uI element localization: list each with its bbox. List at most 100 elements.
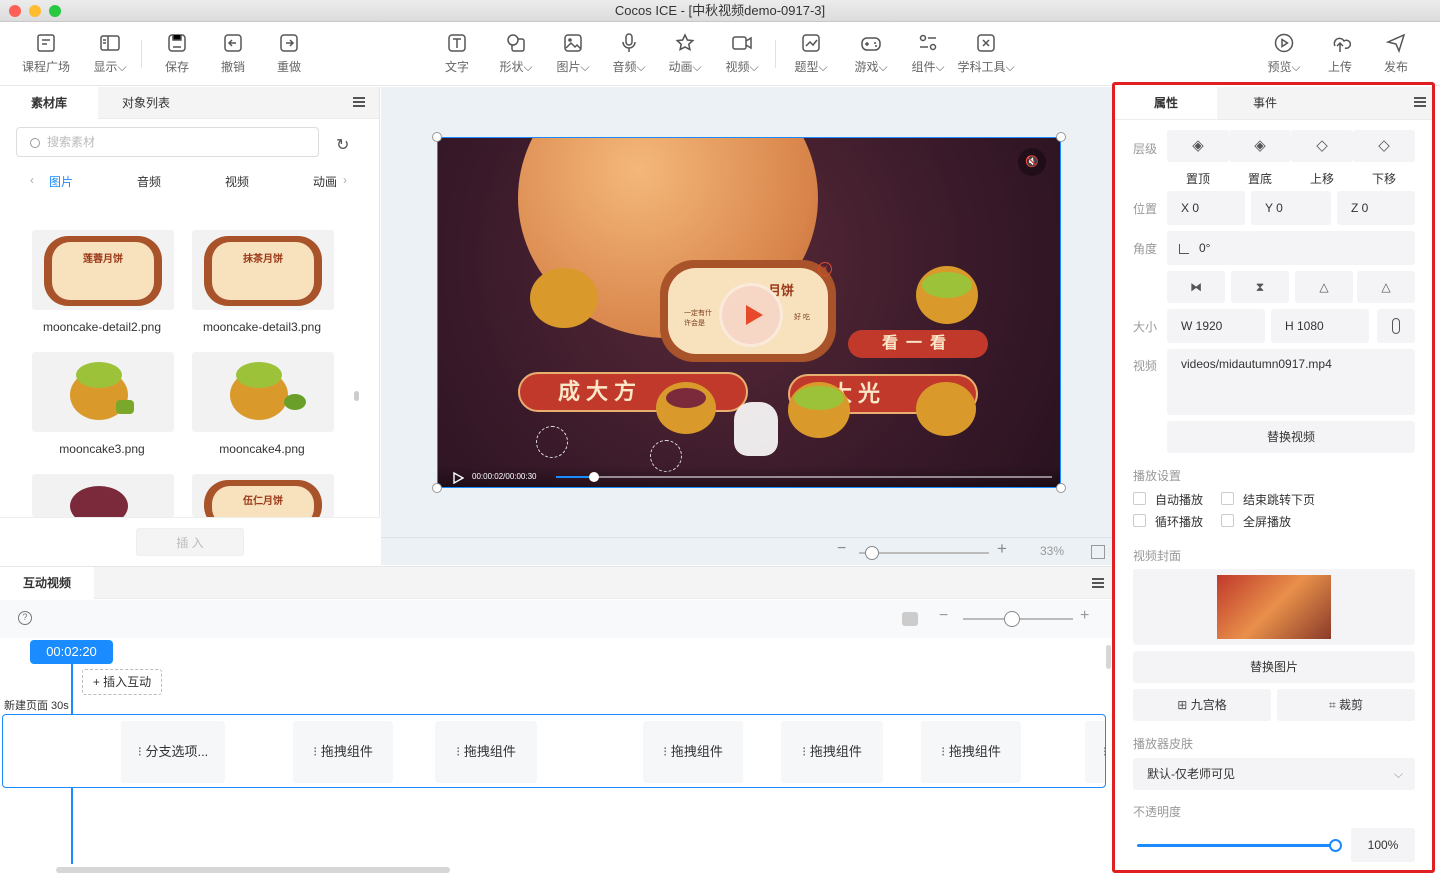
category-video[interactable]: 视频 — [225, 173, 249, 190]
video-play-icon[interactable] — [452, 472, 464, 484]
drag-component-chip[interactable]: ⁝ 拖拽组件 — [781, 721, 883, 783]
end-jump-checkbox[interactable] — [1221, 492, 1234, 505]
tab-properties[interactable]: 属性 — [1115, 87, 1217, 119]
insert-interaction-button[interactable]: + 插入互动 — [82, 669, 162, 695]
position-z-input[interactable]: Z 0 — [1337, 191, 1415, 225]
resize-handle[interactable] — [1056, 132, 1066, 142]
fit-screen-icon[interactable] — [1091, 545, 1105, 559]
drag-component-chip[interactable]: ⁝ — [1085, 721, 1105, 783]
width-input[interactable]: W 1920 — [1167, 309, 1265, 343]
asset-thumb-mooncake-red[interactable] — [32, 474, 174, 517]
asset-thumb-mooncake4[interactable] — [192, 352, 334, 432]
insert-button[interactable]: 插 入 — [136, 528, 244, 556]
tab-events[interactable]: 事件 — [1217, 87, 1313, 119]
branch-option-chip[interactable]: ⁝ 分支选项... — [121, 721, 225, 783]
timeline-zoom-slider[interactable] — [963, 611, 1073, 627]
nine-grid-button[interactable]: ⊞ 九宫格 — [1133, 689, 1271, 721]
loop-checkbox[interactable] — [1133, 514, 1146, 527]
resize-handle[interactable] — [1056, 483, 1066, 493]
timeline-h-scrollbar[interactable] — [56, 867, 450, 873]
save-button[interactable]: 保存 — [149, 32, 205, 75]
video-progress-bar[interactable] — [556, 472, 1052, 482]
display-dropdown[interactable]: 显示⌵ — [82, 32, 138, 75]
image-tool-dropdown[interactable]: 图片⌵ — [545, 32, 601, 75]
menu-icon[interactable] — [353, 97, 365, 107]
card-close-icon[interactable]: × — [818, 262, 832, 276]
tab-object-list[interactable]: 对象列表 — [98, 87, 194, 119]
asset-thumb-mooncake3[interactable] — [32, 352, 174, 432]
category-audio[interactable]: 音频 — [137, 173, 161, 190]
timeline-zoom-in-icon[interactable]: + — [1080, 607, 1089, 625]
refresh-icon[interactable]: ↻ — [336, 135, 349, 155]
audio-tool-dropdown[interactable]: 音频⌵ — [601, 32, 657, 75]
height-input[interactable]: H 1080 — [1271, 309, 1369, 343]
resize-handle[interactable] — [432, 132, 442, 142]
subject-tools-dropdown[interactable]: 学科工具⌵ — [954, 32, 1018, 75]
asset-thumb-mooncake-wuren[interactable]: 伍仁月饼 — [192, 474, 334, 517]
tab-asset-library[interactable]: 素材库 — [0, 87, 98, 119]
rotate-left-button[interactable]: △ — [1295, 271, 1353, 303]
lock-ratio-button[interactable] — [1377, 309, 1415, 343]
replace-image-button[interactable]: 替换图片 — [1133, 651, 1415, 683]
rotate-right-button[interactable]: △ — [1357, 271, 1415, 303]
angle-input[interactable]: 0° — [1167, 231, 1415, 265]
shape-tool-dropdown[interactable]: 形状⌵ — [488, 32, 544, 75]
maximize-window-button[interactable] — [49, 5, 61, 17]
animation-tool-dropdown[interactable]: 动画⌵ — [657, 32, 713, 75]
zoom-out-icon[interactable]: − — [837, 540, 846, 558]
preview-dropdown[interactable]: 预览⌵ — [1256, 32, 1312, 75]
skin-select[interactable]: 默认-仅老师可见 ⌵ — [1133, 758, 1415, 790]
flip-vertical-button[interactable]: ⧗ — [1231, 271, 1289, 303]
help-icon[interactable]: ? — [18, 611, 32, 625]
upload-button[interactable]: 上传 — [1312, 32, 1368, 75]
video-stage[interactable]: 🔇 月饼 一定有什 许会是 好 吃 × 成大方 看一看 大光 00:00:02/… — [437, 137, 1061, 488]
drag-component-chip[interactable]: ⁝ 拖拽组件 — [435, 721, 537, 783]
drag-component-chip[interactable]: ⁝ 拖拽组件 — [293, 721, 393, 783]
video-tool-dropdown[interactable]: 视频⌵ — [714, 32, 770, 75]
mute-icon[interactable]: 🔇 — [1018, 148, 1046, 176]
bring-to-front-button[interactable]: ◈ — [1167, 130, 1229, 162]
timeline-zoom-out-icon[interactable]: − — [939, 607, 948, 625]
publish-button[interactable]: 发布 — [1368, 32, 1424, 75]
play-button[interactable] — [722, 286, 780, 344]
chevron-right-icon[interactable]: › — [343, 173, 347, 187]
move-up-button[interactable]: ◇ — [1291, 130, 1353, 162]
undo-button[interactable]: 撤销 — [205, 32, 261, 75]
position-x-input[interactable]: X 0 — [1167, 191, 1245, 225]
category-animation[interactable]: 动画 — [313, 173, 337, 190]
autoplay-checkbox[interactable] — [1133, 492, 1146, 505]
question-type-dropdown[interactable]: 题型⌵ — [783, 32, 839, 75]
playhead-time[interactable]: 00:02:20 — [30, 640, 113, 664]
asset-search-input[interactable]: 搜索素材 — [16, 127, 319, 157]
asset-thumb-mooncake-detail2[interactable]: 莲蓉月饼 — [32, 230, 174, 310]
chevron-left-icon[interactable]: ‹ — [30, 173, 34, 187]
category-image[interactable]: 图片 — [49, 173, 73, 190]
scrollbar[interactable] — [354, 391, 359, 401]
redo-button[interactable]: 重做 — [261, 32, 317, 75]
send-to-back-button[interactable]: ◈ — [1229, 130, 1291, 162]
course-square-button[interactable]: 课程广场 — [18, 32, 74, 75]
menu-icon[interactable] — [1092, 578, 1104, 588]
menu-icon[interactable] — [1414, 97, 1426, 107]
fullscreen-checkbox[interactable] — [1221, 514, 1234, 527]
replace-video-button[interactable]: 替换视频 — [1167, 421, 1415, 453]
close-window-button[interactable] — [9, 5, 21, 17]
timeline-track[interactable]: ⁝ 分支选项... ⁝ 拖拽组件 ⁝ 拖拽组件 ⁝ 拖拽组件 ⁝ 拖拽组件 ⁝ … — [2, 714, 1106, 788]
asset-thumb-mooncake-detail3[interactable]: 抹茶月饼 — [192, 230, 334, 310]
visibility-icon[interactable] — [902, 612, 918, 626]
flip-horizontal-button[interactable]: ⧓ — [1167, 271, 1225, 303]
crop-button[interactable]: ⌗ 裁剪 — [1277, 689, 1415, 721]
opacity-slider[interactable] — [1137, 839, 1342, 852]
move-down-button[interactable]: ◇ — [1353, 130, 1415, 162]
text-tool-button[interactable]: 文字 — [429, 32, 485, 75]
resize-handle[interactable] — [432, 483, 442, 493]
position-y-input[interactable]: Y 0 — [1251, 191, 1331, 225]
component-dropdown[interactable]: 组件⌵ — [900, 32, 956, 75]
video-path-textarea[interactable]: videos/midautumn0917.mp4 — [1167, 349, 1415, 415]
drag-component-chip[interactable]: ⁝ 拖拽组件 — [643, 721, 743, 783]
opacity-input[interactable]: 100% — [1351, 828, 1415, 862]
game-dropdown[interactable]: 游戏⌵ — [843, 32, 899, 75]
drag-component-chip[interactable]: ⁝ 拖拽组件 — [921, 721, 1021, 783]
minimize-window-button[interactable] — [29, 5, 41, 17]
timeline-v-scrollbar[interactable] — [1106, 645, 1111, 669]
